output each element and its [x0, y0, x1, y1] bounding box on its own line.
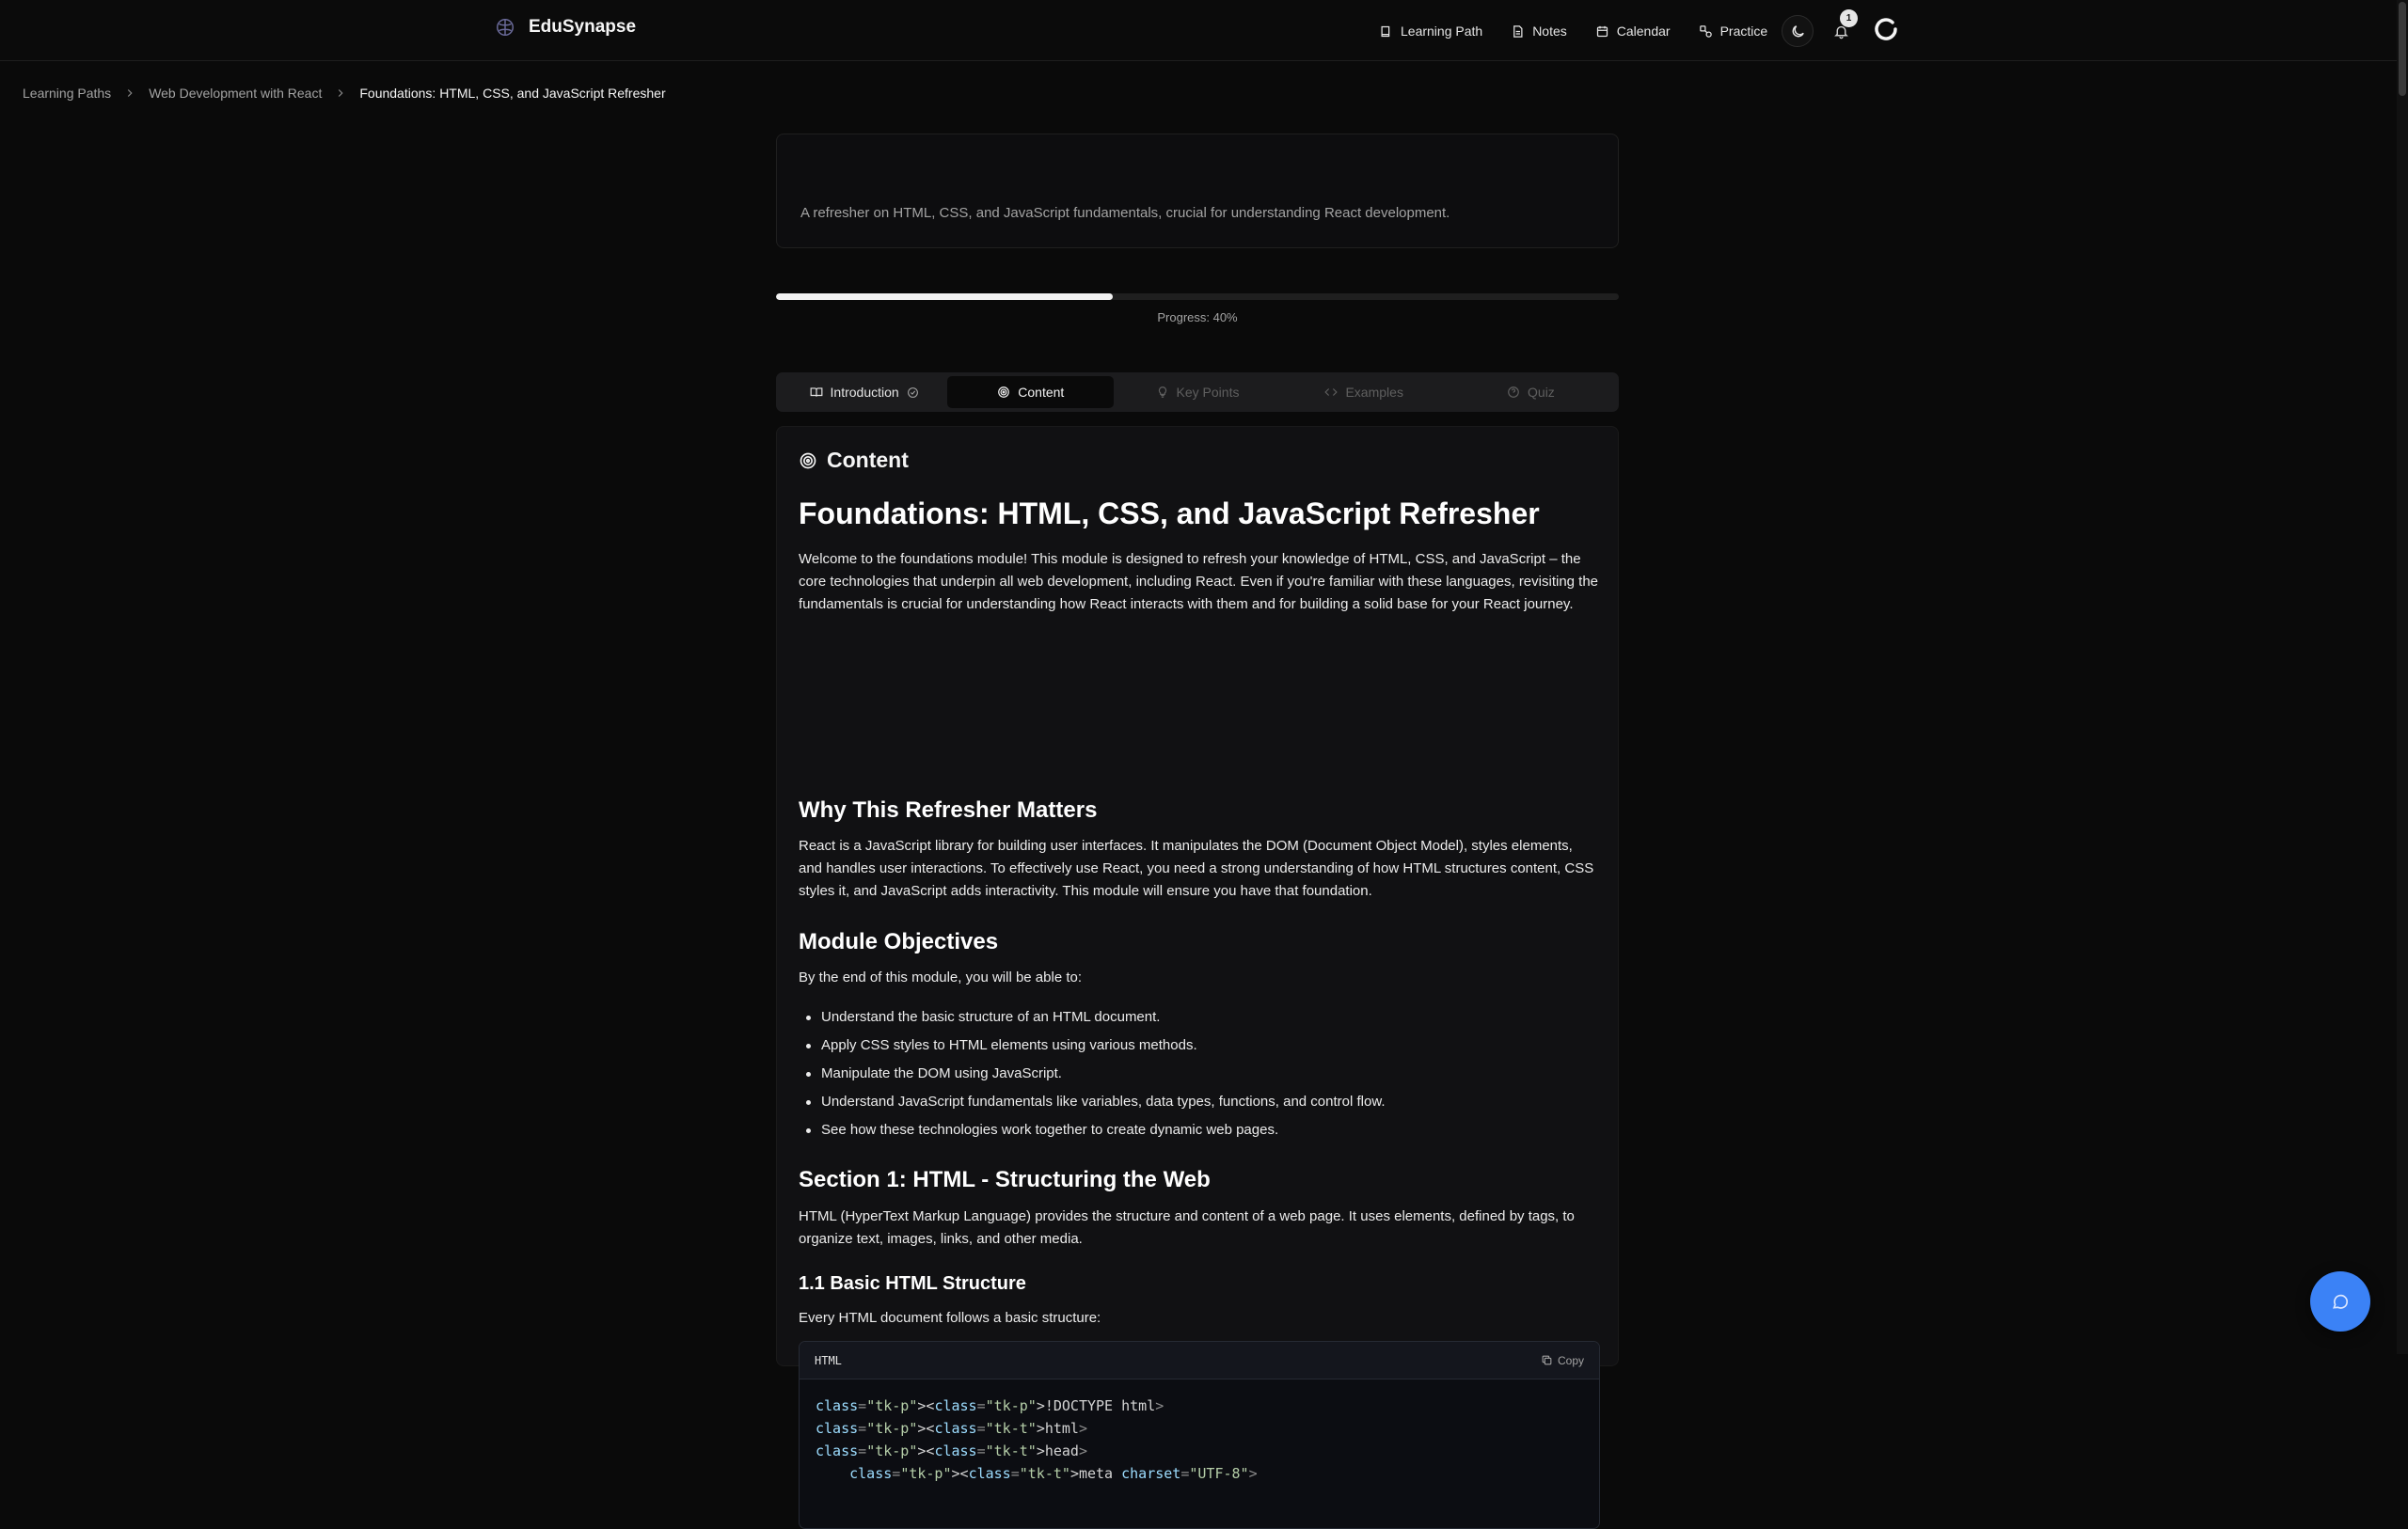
breadcrumb-path[interactable]: Web Development with React [149, 86, 322, 101]
code-line: class="tk-p"><class="tk-t">html> [816, 1420, 1087, 1437]
progress-label: Progress: 40% [1157, 310, 1238, 324]
scrollbar-thumb[interactable] [2399, 2, 2406, 96]
nav-label: Practice [1719, 24, 1768, 39]
tab-label: Key Points [1176, 385, 1240, 400]
why-heading: Why This Refresher Matters [799, 797, 1098, 823]
module-description-card: A refresher on HTML, CSS, and JavaScript… [776, 134, 1619, 248]
tab-key-points[interactable]: Key Points [1114, 376, 1280, 408]
code-line: class="tk-p"><class="tk-t">meta charset=… [849, 1465, 1258, 1482]
nav-calendar[interactable]: Calendar [1595, 24, 1671, 39]
lightbulb-icon [1158, 386, 1166, 398]
file-icon [1513, 24, 1523, 38]
list-item: Manipulate the DOM using JavaScript. [799, 1060, 1600, 1088]
breadcrumb-learning-paths[interactable]: Learning Paths [23, 86, 111, 101]
tab-examples[interactable]: Examples [1281, 376, 1448, 408]
breadcrumb: Learning Paths Web Development with Reac… [23, 86, 666, 101]
book-icon [1381, 25, 1390, 37]
intro-paragraph: Welcome to the foundations module! This … [799, 551, 1599, 612]
tab-label: Examples [1345, 385, 1403, 400]
objectives-heading: Module Objectives [799, 929, 999, 954]
loading-spinner-icon [1875, 18, 1897, 40]
code-block-header: HTML Copy [800, 1342, 1599, 1379]
nav-label: Calendar [1616, 24, 1671, 39]
moon-icon [1792, 24, 1804, 37]
help-circle-icon [1508, 386, 1519, 398]
target-icon [800, 452, 816, 468]
breadcrumb-current: Foundations: HTML, CSS, and JavaScript R… [359, 86, 666, 101]
content-card-header: Content [799, 448, 909, 473]
nav-label: Learning Path [1401, 24, 1483, 39]
code-icon [1324, 388, 1339, 396]
main-content: A refresher on HTML, CSS, and JavaScript… [776, 134, 1619, 1529]
copy-label: Copy [1557, 1353, 1584, 1367]
list-item: Understand the basic structure of an HTM… [799, 1003, 1600, 1032]
practice-icon [1699, 24, 1712, 38]
progress-fill [776, 293, 1114, 300]
top-navbar: EduSynapse Learning Path Notes Calendar … [0, 0, 2397, 61]
page-scrollbar[interactable] [2397, 0, 2408, 1354]
code-block: HTML Copy class="tk-p"><class="tk-p">!DO… [799, 1341, 1600, 1529]
brand-name: EduSynapse [529, 17, 637, 37]
code-line: class="tk-p"><class="tk-p">!DOCTYPE html… [816, 1397, 1164, 1414]
target-icon [998, 386, 1010, 398]
section1-paragraph: HTML (HyperText Markup Language) provide… [799, 1208, 1575, 1247]
why-paragraph: React is a JavaScript library for buildi… [799, 838, 1594, 899]
progress-bar [776, 293, 1619, 300]
content-card-title: Content [827, 448, 909, 472]
section1-heading: Section 1: HTML - Structuring the Web [799, 1167, 1211, 1192]
subsection-heading: 1.1 Basic HTML Structure [799, 1273, 1026, 1294]
copy-icon [1542, 1355, 1552, 1365]
chat-bubble-icon [2333, 1294, 2348, 1309]
main-nav: Learning Path Notes Calendar Practice [1379, 17, 1796, 45]
chevron-right-icon [128, 89, 133, 97]
objectives-list: Understand the basic structure of an HTM… [799, 1003, 1600, 1144]
brain-logo-icon [497, 19, 514, 36]
content-card: Content Foundations: HTML, CSS, and Java… [776, 426, 1619, 1529]
chevron-right-icon [339, 89, 343, 97]
tab-label: Quiz [1528, 385, 1555, 400]
nav-practice[interactable]: Practice [1699, 24, 1768, 39]
notification-badge: 1 [1840, 9, 1858, 27]
chat-assistant-button[interactable] [2310, 1271, 2370, 1332]
theme-toggle-button[interactable] [1782, 15, 1814, 47]
tab-content[interactable]: Content [947, 376, 1115, 408]
tab-quiz[interactable]: Quiz [1448, 376, 1614, 408]
tab-label: Introduction [830, 385, 899, 400]
tab-label: Content [1018, 385, 1065, 400]
code-body: class="tk-p"><class="tk-p">!DOCTYPE html… [800, 1379, 1599, 1500]
nav-learning-path[interactable]: Learning Path [1379, 24, 1482, 39]
brand[interactable]: EduSynapse [495, 17, 636, 38]
module-tabs: Introduction Content Key Points Examples… [776, 372, 1619, 412]
tab-introduction[interactable]: Introduction [781, 376, 947, 408]
list-item: Apply CSS styles to HTML elements using … [799, 1032, 1600, 1060]
objectives-intro: By the end of this module, you will be a… [799, 969, 1083, 985]
check-circle-icon [907, 386, 918, 398]
code-line: class="tk-p"><class="tk-t">head> [816, 1442, 1087, 1459]
subsection-paragraph: Every HTML document follows a basic stru… [799, 1310, 1101, 1326]
list-item: See how these technologies work together… [799, 1116, 1600, 1144]
article-title: Foundations: HTML, CSS, and JavaScript R… [799, 497, 1540, 530]
list-item: Understand JavaScript fundamentals like … [799, 1088, 1600, 1116]
code-language: HTML [815, 1353, 842, 1367]
module-description: A refresher on HTML, CSS, and JavaScript… [800, 205, 1450, 221]
nav-label: Notes [1532, 24, 1567, 39]
copy-button[interactable]: Copy [1541, 1354, 1584, 1367]
nav-notes[interactable]: Notes [1511, 24, 1567, 39]
calendar-icon [1596, 25, 1608, 37]
book-open-icon [810, 387, 822, 397]
